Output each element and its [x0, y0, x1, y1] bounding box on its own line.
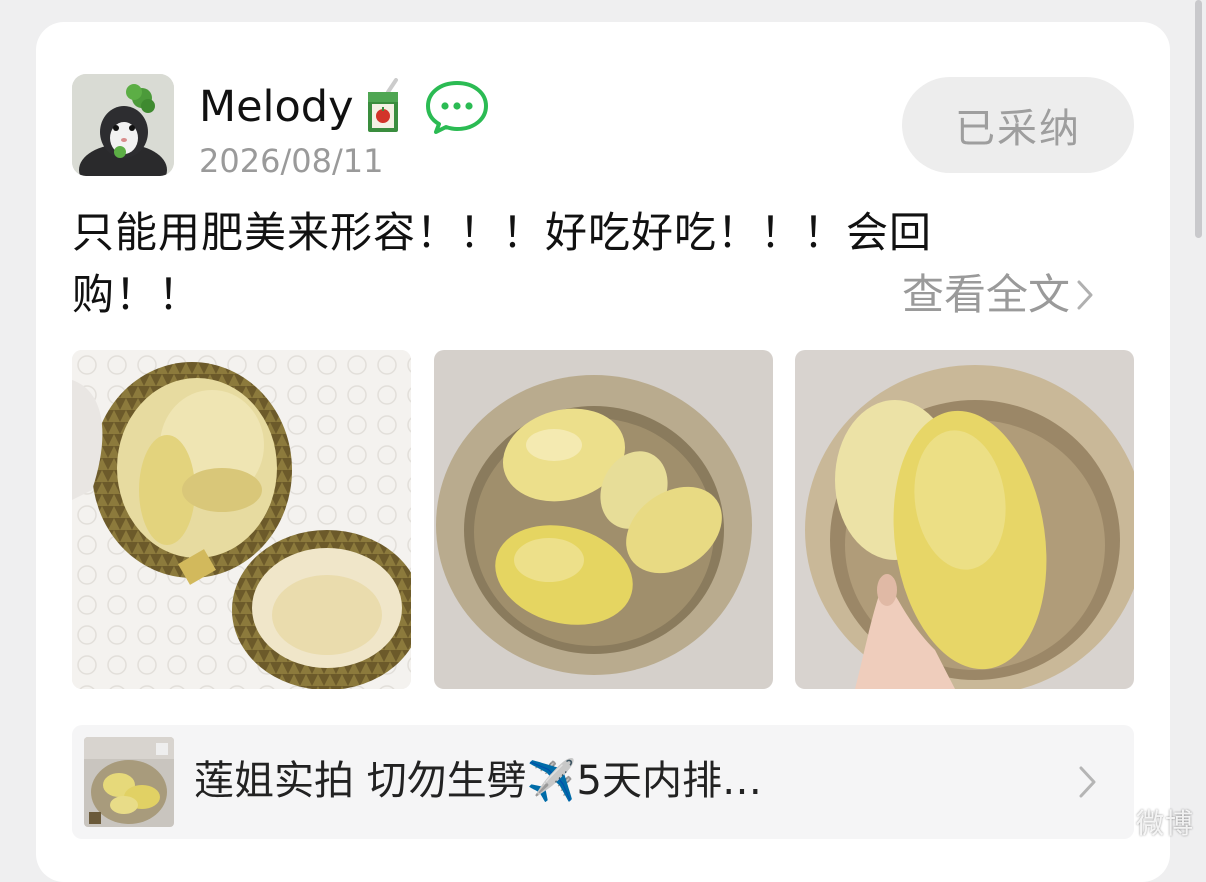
chevron-right-icon — [1076, 278, 1094, 312]
chevron-right-icon — [1078, 765, 1098, 799]
scrollbar[interactable] — [1195, 0, 1202, 238]
juice-box-icon — [362, 78, 404, 136]
review-photo-3[interactable] — [795, 350, 1134, 689]
adopted-button[interactable]: 已采纳 — [902, 77, 1134, 173]
review-photo-2[interactable] — [434, 350, 773, 689]
chat-bubble-icon[interactable] — [424, 79, 490, 135]
product-thumbnail — [84, 737, 174, 827]
review-photo-1[interactable] — [72, 350, 411, 689]
user-name-row: Melody — [199, 78, 490, 136]
see-all-link[interactable]: 查看全文 — [902, 264, 1094, 326]
review-date: 2026/08/11 — [199, 142, 383, 180]
product-title: 莲姐实拍 切勿生劈✈️5天内排… — [194, 753, 762, 809]
product-link[interactable]: 莲姐实拍 切勿生劈✈️5天内排… — [72, 725, 1134, 839]
see-all-label: 查看全文 — [902, 264, 1070, 326]
avatar[interactable] — [72, 74, 174, 176]
review-card: Melody 2026/08/11 已采纳 只能用肥美来形容！！！好吃好吃！！！… — [36, 22, 1170, 882]
watermark: 微博 — [1136, 802, 1194, 842]
username[interactable]: Melody — [199, 79, 354, 135]
